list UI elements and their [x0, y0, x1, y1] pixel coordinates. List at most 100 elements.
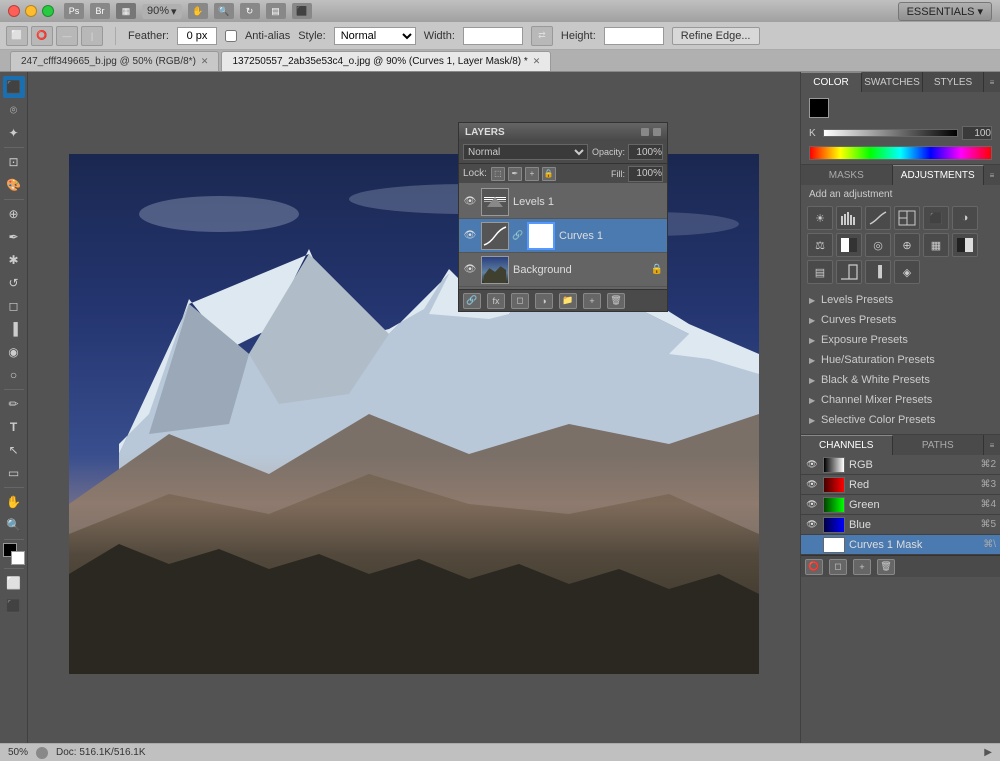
- marquee-single-col-btn[interactable]: |: [81, 26, 103, 46]
- layer-vis-bg[interactable]: 👁: [463, 263, 477, 277]
- preset-row-huesat[interactable]: ▶ Hue/Saturation Presets: [805, 350, 996, 370]
- clone-stamp-tool[interactable]: ✱: [3, 249, 25, 271]
- adj-colorlookup-icon[interactable]: ▦: [923, 233, 949, 257]
- layer-vis-curves[interactable]: 👁: [463, 229, 477, 243]
- quick-select-tool[interactable]: ✦: [3, 122, 25, 144]
- adj-channelmix-icon[interactable]: ⊕: [894, 233, 920, 257]
- height-input[interactable]: [604, 27, 664, 45]
- blur-tool[interactable]: ◉: [3, 341, 25, 363]
- shape-tool[interactable]: ▭: [3, 462, 25, 484]
- br-icon[interactable]: Br: [90, 3, 110, 19]
- adj-colorbalance-icon[interactable]: ⚖: [807, 233, 833, 257]
- layer-row-bg[interactable]: 👁 Background 🔒: [459, 253, 667, 287]
- tab-styles[interactable]: STYLES: [923, 72, 984, 92]
- layer-vis-levels[interactable]: 👁: [463, 195, 477, 209]
- essentials-area[interactable]: ESSENTIALS ▾: [898, 2, 992, 21]
- adj-bw-icon[interactable]: [836, 233, 862, 257]
- marquee-single-row-btn[interactable]: —: [56, 26, 78, 46]
- hand-tool-icon[interactable]: ✋: [188, 3, 208, 19]
- quick-mask-tool[interactable]: ⬜: [3, 572, 25, 594]
- fill-input[interactable]: [628, 166, 663, 182]
- color-panel-menu[interactable]: ≡: [984, 72, 1000, 92]
- window-controls[interactable]: [8, 5, 54, 17]
- channel-vis-green[interactable]: 👁: [805, 498, 819, 512]
- close-button[interactable]: [8, 5, 20, 17]
- channel-row-curves-mask[interactable]: Curves 1 Mask ⌘\: [801, 535, 1000, 555]
- minimize-button[interactable]: [25, 5, 37, 17]
- refine-edge-button[interactable]: Refine Edge...: [672, 27, 760, 45]
- history-brush-tool[interactable]: ↺: [3, 272, 25, 294]
- eyedropper-tool[interactable]: 🎨: [3, 174, 25, 196]
- layer-row-levels[interactable]: 👁 Levels 1: [459, 185, 667, 219]
- tab-channels[interactable]: CHANNELS: [801, 435, 893, 455]
- marquee-rect-btn[interactable]: ⬜: [6, 26, 28, 46]
- zoom-tool[interactable]: 🔍: [3, 514, 25, 536]
- tab-1-close[interactable]: ✕: [533, 56, 541, 67]
- tab-0[interactable]: 247_cfff349665_b.jpg @ 50% (RGB/8*) ✕: [10, 51, 219, 71]
- healing-tool[interactable]: ⊕: [3, 203, 25, 225]
- feather-input[interactable]: [177, 27, 217, 45]
- marquee-ellipse-btn[interactable]: ⭕: [31, 26, 53, 46]
- ch-mask-btn[interactable]: ◻: [829, 559, 847, 575]
- tab-color[interactable]: COLOR: [801, 72, 862, 92]
- lock-image-icon[interactable]: ✒: [508, 167, 522, 181]
- essentials-button[interactable]: ESSENTIALS ▾: [898, 2, 992, 21]
- lock-transparent-icon[interactable]: ⬚: [491, 167, 505, 181]
- crop-tool[interactable]: ⊡: [3, 151, 25, 173]
- screen-icon[interactable]: ⬛: [292, 3, 312, 19]
- blend-mode-select[interactable]: Normal Multiply Screen: [463, 144, 588, 160]
- layer-link-btn[interactable]: 🔗: [463, 293, 481, 309]
- opacity-input[interactable]: [628, 144, 663, 160]
- panel-controls[interactable]: [641, 128, 661, 136]
- masks-panel-menu[interactable]: ≡: [984, 165, 1000, 185]
- pen-tool[interactable]: ✏: [3, 393, 25, 415]
- adj-threshold-icon[interactable]: [836, 260, 862, 284]
- screen-mode-tool[interactable]: ⬛: [3, 595, 25, 617]
- panel-minimize[interactable]: [641, 128, 649, 136]
- background-color[interactable]: [11, 551, 25, 565]
- channel-vis-mask[interactable]: [805, 538, 819, 552]
- adj-hue-icon[interactable]: ◑: [952, 206, 978, 230]
- layer-adj-btn[interactable]: ◑: [535, 293, 553, 309]
- adj-gradmap-icon[interactable]: ▐: [865, 260, 891, 284]
- view-icon[interactable]: ▤: [266, 3, 286, 19]
- preset-row-bw[interactable]: ▶ Black & White Presets: [805, 370, 996, 390]
- adj-vibrance-icon[interactable]: ⬛: [923, 206, 949, 230]
- selection-tool[interactable]: ⬛: [3, 76, 25, 98]
- panel-close[interactable]: [653, 128, 661, 136]
- tab-swatches[interactable]: SWATCHES: [862, 72, 923, 92]
- adj-selective-icon[interactable]: ◈: [894, 260, 920, 284]
- rotate-icon[interactable]: ↻: [240, 3, 260, 19]
- channel-vis-rgb[interactable]: 👁: [805, 458, 819, 472]
- channels-panel-menu[interactable]: ≡: [984, 435, 1000, 455]
- ch-delete-btn[interactable]: 🗑: [877, 559, 895, 575]
- brush-tool[interactable]: ✒: [3, 226, 25, 248]
- ch-selection-btn[interactable]: ⭕: [805, 559, 823, 575]
- tab-masks[interactable]: MASKS: [801, 165, 893, 185]
- tab-0-close[interactable]: ✕: [201, 56, 209, 67]
- adj-posterize-icon[interactable]: ▤: [807, 260, 833, 284]
- preset-row-selective[interactable]: ▶ Selective Color Presets: [805, 410, 996, 430]
- preset-row-levels[interactable]: ▶ Levels Presets: [805, 290, 996, 310]
- channel-vis-red[interactable]: 👁: [805, 478, 819, 492]
- zoom-indicator[interactable]: 90% ▾: [142, 4, 182, 19]
- ch-new-btn[interactable]: +: [853, 559, 871, 575]
- channel-row-rgb[interactable]: 👁 RGB ⌘2: [801, 455, 1000, 475]
- channel-vis-blue[interactable]: 👁: [805, 518, 819, 532]
- dodge-tool[interactable]: ○: [3, 364, 25, 386]
- hand-tool[interactable]: ✋: [3, 491, 25, 513]
- channel-row-green[interactable]: 👁 Green ⌘4: [801, 495, 1000, 515]
- lock-all-icon[interactable]: 🔒: [542, 167, 556, 181]
- type-tool[interactable]: T: [3, 416, 25, 438]
- layer-fx-btn[interactable]: fx: [487, 293, 505, 309]
- layer-new-btn[interactable]: +: [583, 293, 601, 309]
- layer-group-btn[interactable]: 📁: [559, 293, 577, 309]
- path-tool[interactable]: ↖: [3, 439, 25, 461]
- preset-row-curves[interactable]: ▶ Curves Presets: [805, 310, 996, 330]
- zoom-tool-icon[interactable]: 🔍: [214, 3, 234, 19]
- width-input[interactable]: [463, 27, 523, 45]
- adj-solid-color-icon[interactable]: ☀: [807, 206, 833, 230]
- color-selector[interactable]: [3, 543, 25, 565]
- tab-paths[interactable]: PATHS: [893, 435, 985, 455]
- adj-invert-icon[interactable]: [952, 233, 978, 257]
